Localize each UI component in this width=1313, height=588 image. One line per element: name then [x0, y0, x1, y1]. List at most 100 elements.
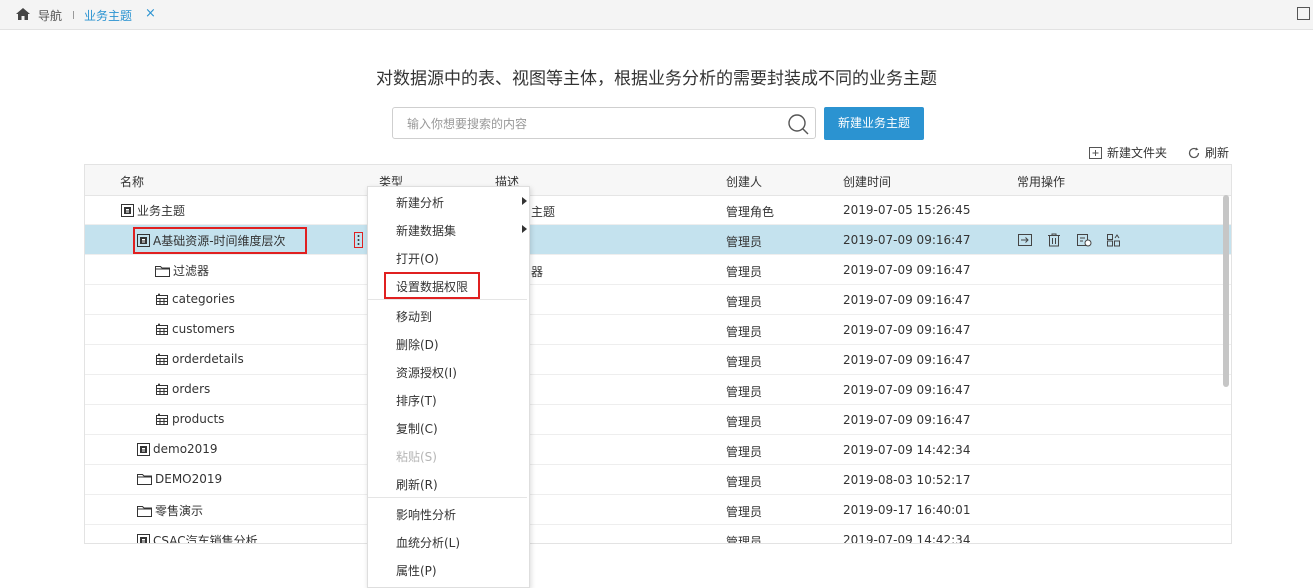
- row-name-text: CSAC汽车销售分析: [153, 534, 258, 544]
- table-icon: [155, 383, 172, 396]
- folder-icon: [155, 265, 173, 277]
- column-time-header[interactable]: 创建时间: [843, 173, 891, 190]
- row-creator: 管理员: [726, 505, 763, 519]
- row-name[interactable]: DEMO2019: [137, 472, 222, 486]
- row-create-time: 2019-07-09 09:16:47: [843, 233, 971, 247]
- row-create-time: 2019-07-09 09:16:47: [843, 323, 971, 337]
- table-icon: [155, 353, 172, 366]
- row-creator: 管理员: [726, 385, 763, 399]
- folder-icon: [137, 473, 155, 485]
- row-name[interactable]: 业务主题: [121, 202, 185, 219]
- row-name[interactable]: products: [155, 412, 224, 426]
- table-row[interactable]: categories 管理员 2019-07-09 09:16:47: [85, 285, 1231, 315]
- column-name-header[interactable]: 名称: [120, 173, 144, 190]
- resource-table: 名称 类型 描述 创建人 创建时间 常用操作 业务主题 主题 管理角色 2019-07…: [84, 164, 1232, 544]
- row-creator: 管理员: [726, 295, 763, 309]
- row-create-time: 2019-07-09 09:16:47: [843, 263, 971, 277]
- refresh-button[interactable]: 刷新: [1188, 144, 1229, 161]
- table-row[interactable]: DEMO2019 管理员 2019-08-03 10:52:17: [85, 465, 1231, 495]
- tab-business-topic[interactable]: 业务主题: [84, 7, 132, 24]
- row-create-time: 2019-07-09 09:16:47: [843, 293, 971, 307]
- context-menu-item[interactable]: 新建数据集: [396, 222, 456, 239]
- permission-icon[interactable]: [1106, 233, 1122, 247]
- row-name[interactable]: customers: [155, 322, 235, 336]
- table-row[interactable]: CSAC汽车销售分析 管理员 2019-07-09 14:42:34: [85, 525, 1231, 544]
- menu-divider: [368, 497, 527, 498]
- topic-icon: [137, 442, 153, 456]
- context-menu-item[interactable]: 排序(T): [396, 392, 437, 409]
- search-icon[interactable]: [787, 113, 809, 135]
- table-row[interactable]: 业务主题 主题 管理角色 2019-07-05 15:26:45: [85, 195, 1231, 225]
- context-menu-item[interactable]: 影响性分析: [396, 506, 456, 523]
- menu-divider: [368, 299, 527, 300]
- context-menu-item[interactable]: 删除(D): [396, 336, 439, 353]
- row-name-text: 零售演示: [155, 504, 204, 518]
- table-row[interactable]: orders 管理员 2019-07-09 09:16:47: [85, 375, 1231, 405]
- context-menu-item: 粘贴(S): [396, 450, 437, 464]
- row-name[interactable]: categories: [155, 292, 235, 306]
- table-row[interactable]: customers 管理员 2019-07-09 09:16:47: [85, 315, 1231, 345]
- submenu-arrow-icon: [522, 225, 527, 233]
- row-creator: 管理员: [726, 265, 763, 279]
- tab-close-icon[interactable]: ×: [145, 6, 156, 21]
- submenu-arrow-icon: [522, 197, 527, 205]
- page-headline: 对数据源中的表、视图等主体，根据业务分析的需要封装成不同的业务主题: [376, 69, 937, 89]
- row-name[interactable]: CSAC汽车销售分析: [137, 532, 258, 544]
- table-row[interactable]: A基础资源-时间维度层次 管理员 2019-07-09 09:16:47: [85, 225, 1231, 255]
- new-folder-button[interactable]: 新建文件夹: [1089, 144, 1167, 161]
- context-menu: 新建分析 新建数据集 打开(O) 设置数据权限 移动到 删除(D) 资源授权(I) 排序(T)…: [367, 186, 530, 588]
- home-icon[interactable]: [16, 8, 30, 20]
- context-menu-item[interactable]: 资源授权(I): [396, 364, 457, 381]
- folder-icon: [137, 505, 155, 517]
- table-icon: [155, 413, 172, 426]
- row-creator: 管理员: [726, 475, 763, 489]
- table-row[interactable]: orderdetails 管理员 2019-07-09 09:16:47: [85, 345, 1231, 375]
- row-name-text: 过滤器: [173, 264, 210, 278]
- more-actions-icon[interactable]: [354, 232, 363, 248]
- new-business-topic-button[interactable]: 新建业务主题: [824, 107, 924, 140]
- row-name-text: products: [172, 412, 225, 426]
- tab-bar: 导航 业务主题 ×: [0, 0, 1313, 30]
- refresh-label: 刷新: [1205, 146, 1230, 160]
- row-creator: 管理员: [726, 415, 763, 429]
- table-header: 名称 类型 描述 创建人 创建时间 常用操作: [85, 165, 1231, 196]
- maximize-icon[interactable]: [1297, 7, 1310, 20]
- row-name[interactable]: 零售演示: [137, 502, 203, 519]
- nav-label[interactable]: 导航: [38, 7, 62, 24]
- search-input[interactable]: [405, 116, 779, 132]
- refresh-icon: [1188, 147, 1200, 159]
- context-menu-item[interactable]: 刷新(R): [396, 476, 438, 493]
- column-creator-header[interactable]: 创建人: [726, 173, 762, 190]
- row-creator: 管理员: [726, 355, 763, 369]
- context-menu-item[interactable]: 血统分析(L): [396, 534, 460, 551]
- row-name-text: customers: [172, 322, 235, 336]
- row-name[interactable]: orders: [155, 382, 210, 396]
- selected-name-highlight: [133, 227, 307, 254]
- row-name[interactable]: demo2019: [137, 442, 218, 456]
- row-name-text: orderdetails: [172, 352, 244, 366]
- row-name[interactable]: orderdetails: [155, 352, 244, 366]
- table-row[interactable]: products 管理员 2019-07-09 09:16:47: [85, 405, 1231, 435]
- context-menu-item[interactable]: 属性(P): [396, 562, 437, 579]
- context-menu-item[interactable]: 移动到: [396, 308, 432, 325]
- table-row[interactable]: 过滤器 器 管理员 2019-07-09 09:16:47: [85, 255, 1231, 285]
- row-create-time: 2019-07-09 09:16:47: [843, 383, 971, 397]
- row-name[interactable]: 过滤器: [155, 262, 209, 279]
- table-scrollbar[interactable]: [1223, 195, 1229, 387]
- row-creator: 管理员: [726, 535, 763, 544]
- row-name-text: demo2019: [153, 442, 218, 456]
- context-menu-item[interactable]: 打开(O): [396, 250, 439, 267]
- row-name-text: DEMO2019: [155, 472, 223, 486]
- table-row[interactable]: demo2019 管理员 2019-07-09 14:42:34: [85, 435, 1231, 465]
- row-create-time: 2019-07-05 15:26:45: [843, 203, 971, 217]
- new-folder-icon: [1089, 147, 1102, 159]
- row-name-text: categories: [172, 292, 235, 306]
- context-menu-item[interactable]: 复制(C): [396, 420, 438, 437]
- move-icon[interactable]: [1017, 233, 1033, 247]
- properties-icon[interactable]: [1076, 233, 1092, 247]
- table-row[interactable]: 零售演示 管理员 2019-09-17 16:40:01: [85, 495, 1231, 525]
- table-icon: [155, 293, 172, 306]
- delete-icon[interactable]: [1047, 233, 1063, 247]
- column-ops-header: 常用操作: [1017, 175, 1066, 189]
- context-menu-item[interactable]: 新建分析: [396, 194, 444, 211]
